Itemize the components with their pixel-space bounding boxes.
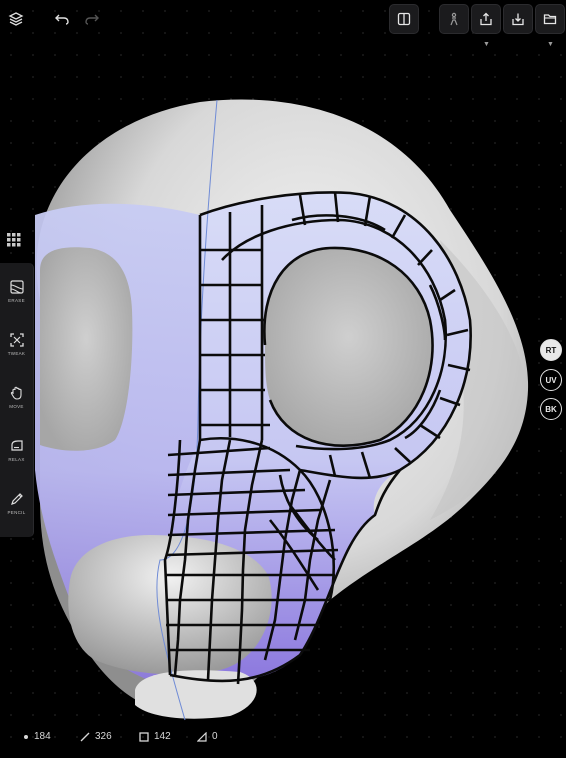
vertex-icon: [24, 734, 28, 739]
edge-icon: [80, 732, 90, 741]
figure-icon: [450, 12, 458, 26]
import-icon: [512, 13, 524, 26]
move-hand-icon: [10, 386, 22, 400]
head-model: [35, 99, 529, 721]
erase-icon: [9, 280, 24, 294]
top-toolbar: ▼ ▼: [0, 0, 566, 60]
tool-pencil-label: PENCIL: [7, 510, 26, 515]
relax-iron-icon: [10, 440, 23, 451]
tweak-icon: [9, 333, 24, 347]
triangle-count-value: 0: [212, 731, 218, 742]
triangle-count: 0: [197, 731, 218, 742]
tool-sidebar: ERASE TWEAK MOVE RELAX PENCIL: [0, 263, 34, 537]
edge-count: 326: [80, 731, 112, 742]
triangle-icon: [197, 731, 207, 742]
undo-icon[interactable]: [49, 6, 75, 32]
3d-viewport[interactable]: [0, 0, 566, 758]
split-view-icon: [397, 12, 411, 26]
tool-relax-label: RELAX: [8, 457, 25, 462]
tool-move-label: MOVE: [9, 404, 24, 409]
tool-relax[interactable]: RELAX: [3, 432, 30, 482]
redo-icon[interactable]: [79, 6, 105, 32]
tool-pencil[interactable]: PENCIL: [3, 485, 30, 535]
tool-move[interactable]: MOVE: [3, 379, 30, 429]
tool-erase[interactable]: ERASE: [3, 273, 30, 323]
import-button[interactable]: [503, 4, 533, 34]
folder-dropdown-caret-icon[interactable]: ▼: [547, 41, 554, 48]
view-mode-bk-button[interactable]: BK: [540, 398, 562, 420]
pencil-icon: [10, 493, 23, 505]
edge-count-value: 326: [95, 731, 112, 742]
mesh-stats-bar: 184 326 142 0: [0, 726, 566, 750]
export-icon: [480, 12, 492, 26]
export-dropdown-caret-icon[interactable]: ▼: [483, 41, 490, 48]
face-icon: [139, 731, 149, 742]
layers-icon[interactable]: [3, 6, 29, 32]
sculpt-figure-button[interactable]: [439, 4, 469, 34]
view-mode-rt-button[interactable]: RT: [540, 339, 562, 361]
vertex-count-value: 184: [34, 731, 51, 742]
face-count: 142: [139, 731, 171, 742]
export-button[interactable]: [471, 4, 501, 34]
split-view-button[interactable]: [389, 4, 419, 34]
tool-erase-label: ERASE: [8, 298, 25, 303]
face-count-value: 142: [154, 731, 171, 742]
grid-toggle-icon[interactable]: [7, 233, 21, 247]
vertex-count: 184: [23, 731, 51, 742]
tool-tweak[interactable]: TWEAK: [3, 326, 30, 376]
open-folder-button[interactable]: [535, 4, 565, 34]
folder-icon: [543, 14, 557, 25]
view-mode-uv-button[interactable]: UV: [540, 369, 562, 391]
tool-tweak-label: TWEAK: [7, 351, 26, 356]
